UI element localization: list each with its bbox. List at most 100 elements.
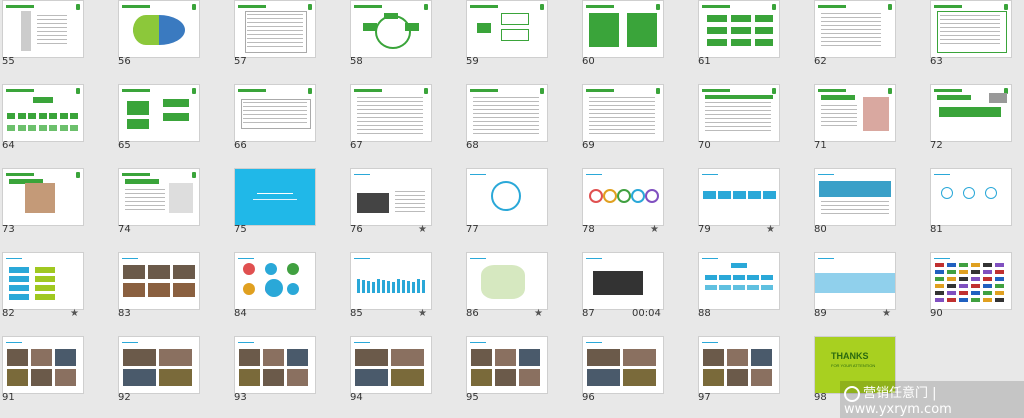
- slide-thumbnail[interactable]: [698, 168, 780, 226]
- slide-thumbnail-cell[interactable]: 90: [928, 250, 1024, 332]
- green-box: [755, 27, 773, 34]
- slide-thumbnail-cell[interactable]: 76 ★: [348, 166, 464, 248]
- slide-thumbnail-cell[interactable]: 58: [348, 0, 464, 80]
- slide-header-bar: [122, 89, 150, 92]
- slide-thumbnail-cell[interactable]: 73: [0, 166, 116, 248]
- slide-thumbnail[interactable]: [466, 84, 548, 142]
- slide-thumbnail[interactable]: [466, 252, 548, 310]
- slide-thumbnail[interactable]: [2, 336, 84, 394]
- slide-thumbnail[interactable]: [2, 252, 84, 310]
- slide-thumbnail-cell[interactable]: 89 ★: [812, 250, 928, 332]
- slide-thumbnail-cell[interactable]: 95: [464, 334, 580, 416]
- text-line: [395, 207, 425, 208]
- slide-thumbnail-cell[interactable]: 64: [0, 82, 116, 164]
- slide-thumbnail-cell[interactable]: 78 ★: [580, 166, 696, 248]
- slide-thumbnail[interactable]: [118, 84, 200, 142]
- slide-thumbnail[interactable]: [930, 0, 1012, 58]
- slide-thumbnail-cell[interactable]: 88: [696, 250, 812, 332]
- slide-thumbnail-cell[interactable]: 71: [812, 82, 928, 164]
- text-line: [821, 213, 889, 214]
- slide-thumbnail[interactable]: [2, 0, 84, 58]
- slide-thumbnail[interactable]: [118, 0, 200, 58]
- slide-thumbnail-cell[interactable]: 94: [348, 334, 464, 416]
- slide-thumbnail[interactable]: [118, 168, 200, 226]
- slide-thumbnail[interactable]: [582, 168, 664, 226]
- slide-thumbnail-cell[interactable]: 63: [928, 0, 1024, 80]
- slide-thumbnail[interactable]: [930, 84, 1012, 142]
- slide-thumbnail-cell[interactable]: 81: [928, 166, 1024, 248]
- slide-thumbnail-cell[interactable]: 75: [232, 166, 348, 248]
- slide-title-line: [238, 258, 254, 259]
- slide-thumbnail-cell[interactable]: 59: [464, 0, 580, 80]
- slide-header-bar: [122, 173, 150, 176]
- slide-thumbnail[interactable]: [698, 0, 780, 58]
- slide-thumbnail-cell[interactable]: 74: [116, 166, 232, 248]
- slide-thumbnail[interactable]: [814, 84, 896, 142]
- slide-thumbnail[interactable]: [350, 168, 432, 226]
- slide-thumbnail[interactable]: [350, 84, 432, 142]
- slide-thumbnail[interactable]: [234, 0, 316, 58]
- animation-star-icon: ★: [534, 308, 543, 319]
- slide-thumbnail[interactable]: [698, 252, 780, 310]
- slide-thumbnail[interactable]: [582, 252, 664, 310]
- slide-thumbnail-cell[interactable]: 70: [696, 82, 812, 164]
- slide-thumbnail[interactable]: [118, 336, 200, 394]
- slide-thumbnail-cell[interactable]: 82 ★: [0, 250, 116, 332]
- slide-thumbnail-cell[interactable]: 67: [348, 82, 464, 164]
- slide-thumbnail[interactable]: [698, 336, 780, 394]
- slide-thumbnail[interactable]: [466, 336, 548, 394]
- slide-thumbnail-cell[interactable]: 55: [0, 0, 116, 80]
- slide-thumbnail[interactable]: [234, 252, 316, 310]
- slide-number: 94: [350, 392, 363, 403]
- slide-thumbnail[interactable]: [582, 0, 664, 58]
- slide-thumbnail[interactable]: [350, 0, 432, 58]
- slide-thumbnail-cell[interactable]: 79 ★: [696, 166, 812, 248]
- slide-thumbnail[interactable]: [814, 168, 896, 226]
- text-line: [705, 110, 771, 111]
- slide-logo-icon: [772, 4, 776, 10]
- slide-thumbnail[interactable]: [466, 168, 548, 226]
- slide-thumbnail-cell[interactable]: 56: [116, 0, 232, 80]
- slide-thumbnail-cell[interactable]: 68: [464, 82, 580, 164]
- slide-thumbnail-cell[interactable]: 62: [812, 0, 928, 80]
- slide-thumbnail[interactable]: [118, 252, 200, 310]
- slide-thumbnail-cell[interactable]: 96: [580, 334, 696, 416]
- slide-thumbnail-cell[interactable]: 91: [0, 334, 116, 416]
- slide-thumbnail-cell[interactable]: 97: [696, 334, 812, 416]
- slide-thumbnail-cell[interactable]: 87 00:04: [580, 250, 696, 332]
- slide-thumbnail-cell[interactable]: 92: [116, 334, 232, 416]
- bubble: [287, 263, 299, 275]
- slide-thumbnail[interactable]: [2, 168, 84, 226]
- slide-thumbnail[interactable]: [930, 168, 1012, 226]
- slide-thumbnail[interactable]: [2, 84, 84, 142]
- slide-thumbnail-cell[interactable]: 85 ★: [348, 250, 464, 332]
- slide-thumbnail-cell[interactable]: 72: [928, 82, 1024, 164]
- slide-thumbnail-cell[interactable]: 61: [696, 0, 812, 80]
- slide-thumbnail-cell[interactable]: 77: [464, 166, 580, 248]
- slide-thumbnail-cell[interactable]: 86 ★: [464, 250, 580, 332]
- slide-thumbnail[interactable]: [350, 336, 432, 394]
- slide-thumbnail[interactable]: [234, 168, 316, 226]
- slide-thumbnail-cell[interactable]: 60: [580, 0, 696, 80]
- slide-thumbnail[interactable]: [582, 336, 664, 394]
- slide-thumbnail[interactable]: [350, 252, 432, 310]
- slide-thumbnail[interactable]: [466, 0, 548, 58]
- slide-thumbnail-cell[interactable]: 80: [812, 166, 928, 248]
- slide-thumbnail[interactable]: [234, 336, 316, 394]
- text-line: [125, 197, 165, 198]
- slide-thumbnail[interactable]: [698, 84, 780, 142]
- slide-thumbnail[interactable]: [930, 252, 1012, 310]
- slide-thumbnail-cell[interactable]: 69: [580, 82, 696, 164]
- slide-thumbnail[interactable]: [814, 0, 896, 58]
- slide-thumbnail-cell[interactable]: 65: [116, 82, 232, 164]
- slide-thumbnail-cell[interactable]: 57: [232, 0, 348, 80]
- slide-thumbnail-cell[interactable]: 66: [232, 82, 348, 164]
- slide-thumbnail[interactable]: [582, 84, 664, 142]
- slide-thumbnail-cell[interactable]: 93: [232, 334, 348, 416]
- slide-thumbnail-cell[interactable]: 84: [232, 250, 348, 332]
- slide-thumbnail-cell[interactable]: 83: [116, 250, 232, 332]
- slide-logo-icon: [656, 4, 660, 10]
- text-line: [821, 45, 881, 46]
- slide-thumbnail[interactable]: [234, 84, 316, 142]
- slide-thumbnail[interactable]: [814, 252, 896, 310]
